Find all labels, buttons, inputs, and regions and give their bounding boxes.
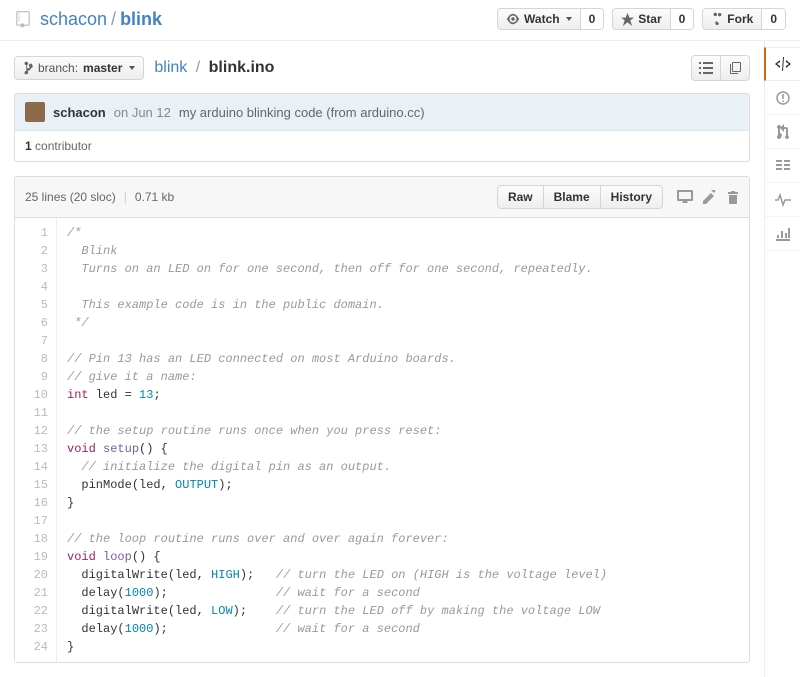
- tab-issues[interactable]: [765, 81, 800, 115]
- contributors-count: 1: [25, 139, 32, 153]
- star-button[interactable]: Star 0: [612, 8, 694, 30]
- file-header: 25 lines (20 sloc) | 0.71 kb Raw Blame H…: [15, 177, 749, 218]
- file-box: 25 lines (20 sloc) | 0.71 kb Raw Blame H…: [14, 176, 750, 663]
- history-button[interactable]: History: [600, 185, 663, 209]
- watch-label: Watch: [524, 12, 560, 26]
- watch-button[interactable]: Watch 0: [497, 8, 604, 30]
- commit-author[interactable]: schacon: [53, 105, 106, 120]
- list-view-button[interactable]: [691, 55, 721, 81]
- commit-box: schacon on Jun 12 my arduino blinking co…: [14, 93, 750, 162]
- copy-path-button[interactable]: [720, 55, 750, 81]
- tab-wiki[interactable]: [765, 149, 800, 183]
- desktop-icon[interactable]: [677, 190, 693, 204]
- fork-icon: [711, 12, 723, 26]
- branch-icon: [23, 61, 33, 75]
- watch-count[interactable]: 0: [581, 9, 604, 29]
- file-stats-lines: 25 lines (20 sloc): [25, 190, 116, 204]
- edit-icon[interactable]: [703, 190, 717, 204]
- commit-date: on Jun 12: [114, 105, 171, 120]
- fork-button[interactable]: Fork 0: [702, 8, 786, 30]
- repo-icon: [14, 10, 32, 28]
- star-count[interactable]: 0: [671, 9, 694, 29]
- raw-button[interactable]: Raw: [497, 185, 544, 209]
- repo-name-link[interactable]: blink: [120, 9, 162, 30]
- repo-owner-link[interactable]: schacon: [40, 9, 107, 30]
- branch-prefix: branch:: [38, 61, 78, 75]
- line-numbers: 123456789101112131415161718192021222324: [15, 218, 57, 662]
- code-content[interactable]: /* Blink Turns on an LED on for one seco…: [57, 218, 749, 662]
- star-icon: [621, 13, 634, 26]
- commit-message[interactable]: my arduino blinking code (from arduino.c…: [179, 105, 425, 120]
- branch-select[interactable]: branch: master: [14, 56, 144, 80]
- code-area: 123456789101112131415161718192021222324 …: [15, 218, 749, 662]
- breadcrumb-file: blink.ino: [209, 59, 275, 76]
- eye-icon: [506, 12, 520, 26]
- file-stats-size: 0.71 kb: [135, 190, 174, 204]
- blame-button[interactable]: Blame: [543, 185, 601, 209]
- chevron-down-icon: [129, 66, 135, 70]
- path-row: branch: master blink / blink.ino: [14, 55, 750, 81]
- fork-count[interactable]: 0: [762, 9, 785, 29]
- avatar[interactable]: [25, 102, 45, 122]
- tab-graphs[interactable]: [765, 217, 800, 251]
- chevron-down-icon: [566, 17, 572, 21]
- star-label: Star: [638, 12, 661, 26]
- side-nav: [764, 41, 800, 677]
- trash-icon[interactable]: [727, 190, 739, 204]
- repo-header: schacon / blink Watch 0 Star 0 Fork 0: [0, 0, 800, 41]
- repo-sep: /: [111, 9, 116, 30]
- contributors-label: contributor: [35, 139, 92, 153]
- tab-pulse[interactable]: [765, 183, 800, 217]
- fork-label: Fork: [727, 12, 753, 26]
- branch-name: master: [83, 61, 122, 75]
- tab-pulls[interactable]: [765, 115, 800, 149]
- commit-header: schacon on Jun 12 my arduino blinking co…: [15, 94, 749, 131]
- tab-code[interactable]: [764, 47, 800, 81]
- file-button-group: Raw Blame History: [497, 185, 663, 209]
- breadcrumb-sep: /: [196, 59, 200, 76]
- breadcrumb-root[interactable]: blink: [154, 59, 187, 76]
- breadcrumb: blink / blink.ino: [154, 59, 274, 77]
- repo-actions: Watch 0 Star 0 Fork 0: [497, 8, 786, 30]
- contributors-bar: 1 contributor: [15, 131, 749, 161]
